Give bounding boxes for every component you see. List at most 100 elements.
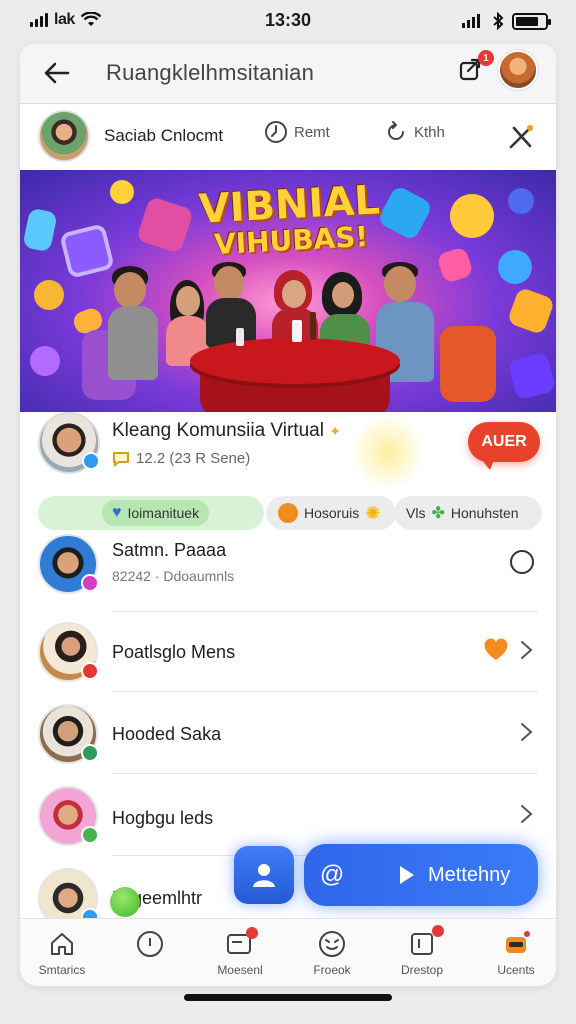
status-bar: lak 13:30 [0, 0, 576, 42]
chevron-right-icon[interactable] [516, 722, 536, 742]
music-tile [59, 223, 115, 279]
meeting-label: Mettehny [428, 863, 511, 886]
join-button[interactable]: AUER [468, 422, 540, 470]
tools-button[interactable] [506, 122, 536, 152]
profile-name: Saciab Cnlocmt [104, 126, 224, 145]
table-top [190, 338, 400, 384]
group-avatar[interactable] [38, 412, 100, 474]
tab-profile[interactable]: Ucents [476, 929, 556, 977]
member-avatar [38, 786, 99, 846]
play-icon [400, 866, 414, 884]
profile-icon [506, 931, 530, 953]
event-banner[interactable]: VIBNIAL VIHUBAS! [20, 170, 556, 412]
member-name: Hooded Saka [112, 724, 222, 744]
chip-hosoruis[interactable]: Hosoruis ✺ [266, 496, 396, 530]
person-icon [253, 864, 275, 887]
bottom-tab-bar: Smtarics Moesenl Froeok Drestop Ucents [20, 918, 556, 986]
cta-group: @ Mettehny [234, 844, 540, 906]
list-item[interactable]: Poatlsglo Mens [20, 610, 556, 692]
desktop-badge [432, 925, 444, 937]
member-avatar [38, 622, 99, 682]
chevron-right-icon[interactable] [516, 804, 536, 824]
bluetooth-icon [493, 12, 504, 30]
chip-community[interactable]: ♥ Ioimanituek [38, 496, 264, 530]
tab-chat[interactable] [110, 929, 190, 963]
floating-orb [498, 250, 532, 284]
status-right [462, 12, 551, 30]
group-title-text: Kleang Komunsiia Virtual [112, 420, 324, 441]
group-subtitle: 12.2 (23 R Sene) [112, 450, 250, 467]
home-indicator[interactable] [184, 994, 392, 1001]
at-icon: @ [319, 861, 345, 888]
floating-tile [506, 286, 556, 336]
list-item[interactable]: Hooded Saka [20, 692, 556, 774]
floating-coin [110, 180, 134, 204]
tools-icon [509, 125, 533, 149]
status-dot [81, 744, 99, 762]
tab-feed[interactable]: Froeok [292, 929, 372, 977]
status-dot [81, 574, 99, 592]
profile-row: Saciab Cnlocmt Remt Kthh [20, 104, 556, 168]
kthh-label: Kthh [414, 123, 445, 141]
remt-action[interactable]: Remt [264, 120, 330, 144]
kthh-action[interactable]: Kthh [384, 120, 445, 144]
clover-icon: ✤ [431, 505, 445, 522]
chip-honuhsten-label: Honuhsten [450, 505, 519, 521]
chip-vls[interactable]: Vls ✤ Honuhsten [394, 496, 542, 530]
tab-desktop[interactable]: Drestop [382, 925, 462, 977]
share-button[interactable]: 1 [458, 50, 494, 86]
chip-community-label: Ioimanituek [127, 505, 200, 521]
bottle [310, 312, 316, 340]
battery-icon [512, 12, 551, 30]
chip-vls-label: Vls [406, 505, 426, 521]
floating-coin [450, 194, 494, 238]
glow-effect [350, 414, 426, 490]
chat-bubble-icon [113, 451, 129, 467]
chip-hosoruis-label: Hosoruis [304, 505, 360, 521]
tab-home[interactable]: Smtarics [22, 929, 102, 977]
info-button[interactable] [510, 550, 534, 574]
chat-icon [137, 931, 163, 957]
back-button[interactable] [40, 56, 74, 90]
list-item[interactable]: Satmn. Paaaa 82242 · Ddoaumnls [20, 530, 556, 612]
heart-icon[interactable] [482, 636, 510, 662]
home-icon [51, 933, 73, 955]
tab-home-label: Smtarics [38, 963, 86, 977]
chair [440, 326, 496, 402]
chevron-right-icon[interactable] [516, 640, 536, 660]
banner-title: VIBNIAL VIHUBAS! [168, 177, 411, 262]
page-title: Ruangklelhmsitanian [106, 60, 315, 85]
floating-coin [34, 280, 64, 310]
floating-tile [436, 246, 474, 284]
group-stats: 12.2 (23 R Sene) [136, 450, 251, 467]
refresh-icon [388, 121, 404, 140]
remt-label: Remt [294, 123, 330, 141]
floating-tile [507, 351, 556, 401]
group-header: Kleang Komunsiia Virtual ✦ 12.2 (23 R Se… [20, 412, 556, 496]
user-avatar[interactable] [498, 50, 538, 90]
member-sub: 82242 · Ddoaumnls [112, 568, 235, 584]
member-avatar [38, 534, 99, 594]
app-screen: Ruangklelhmsitanian 1 Saciab Cnlocmt Rem… [20, 44, 556, 986]
add-member-button[interactable] [234, 846, 294, 904]
cellular-icon [462, 14, 480, 28]
messages-badge [246, 927, 258, 939]
floating-orb [508, 188, 534, 214]
meeting-button[interactable]: @ Mettehny [304, 844, 538, 906]
notification-badge: 1 [478, 50, 494, 66]
tab-desktop-label: Drestop [400, 963, 444, 977]
clock-icon [265, 121, 287, 143]
floating-orb [30, 346, 60, 376]
cup [236, 328, 244, 346]
cup [292, 320, 302, 342]
smile-icon [319, 931, 345, 957]
member-name: Poatlsglo Mens [112, 642, 236, 662]
tab-messages[interactable]: Moesenl [200, 927, 280, 977]
sparkle-icon: ✦ [329, 423, 341, 439]
star-icon: ✺ [365, 502, 381, 523]
member-name: Satmn. Paaaa [112, 540, 227, 560]
verified-badge [82, 452, 100, 470]
profile-avatar[interactable] [38, 110, 90, 162]
tab-feed-label: Froeok [313, 963, 351, 977]
status-dot [81, 662, 99, 680]
